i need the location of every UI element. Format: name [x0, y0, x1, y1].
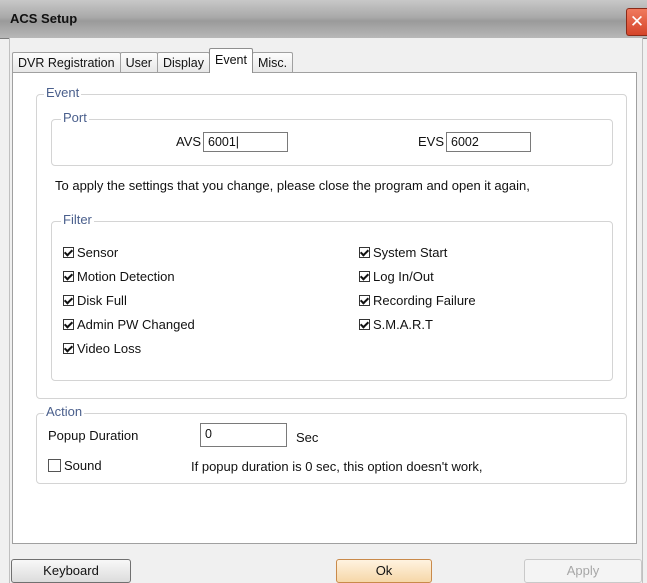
port-group-legend: Port	[61, 110, 89, 125]
close-icon[interactable]: ✕	[626, 8, 647, 36]
checkbox-box[interactable]	[359, 271, 370, 282]
avs-port-input[interactable]: 6001|	[203, 132, 288, 152]
checkbox-box[interactable]	[359, 295, 370, 306]
motion-detection-label: Motion Detection	[77, 269, 175, 284]
admin-pw-changed-label: Admin PW Changed	[77, 317, 195, 332]
sensor-label: Sensor	[77, 245, 119, 260]
apply-button[interactable]: Apply	[524, 559, 642, 583]
checkbox-box[interactable]	[48, 459, 61, 472]
sound-note: If popup duration is 0 sec, this option …	[191, 459, 483, 474]
event-group-legend: Event	[44, 85, 82, 100]
checkbox-box[interactable]	[63, 319, 74, 330]
ok-button[interactable]: Ok	[336, 559, 432, 583]
smart-label: S.M.A.R.T	[373, 317, 433, 332]
system-start-label: System Start	[373, 245, 448, 260]
action-group-legend: Action	[44, 404, 85, 419]
recording-failure-checkbox[interactable]: Recording Failure	[359, 293, 476, 308]
disk-full-checkbox[interactable]: Disk Full	[63, 293, 127, 308]
keyboard-button[interactable]: Keyboard	[11, 559, 131, 583]
event-tab-panel: Event Port AVS 6001| EVS 6002 To apply t…	[12, 72, 637, 544]
avs-label: AVS	[176, 134, 202, 149]
log-in-out-checkbox[interactable]: Log In/Out	[359, 269, 434, 284]
tab-bar: DVR Registration User Display Event Misc…	[12, 48, 294, 73]
sensor-checkbox[interactable]: Sensor	[63, 245, 118, 260]
log-in-out-label: Log In/Out	[373, 269, 434, 284]
window-title: ACS Setup	[10, 11, 78, 26]
tab-event[interactable]: Event	[208, 48, 253, 73]
checkbox-box[interactable]	[63, 343, 74, 354]
tab-display[interactable]: Display	[156, 52, 210, 73]
tab-misc[interactable]: Misc.	[251, 52, 294, 73]
sound-checkbox[interactable]: Sound	[48, 458, 102, 473]
video-loss-checkbox[interactable]: Video Loss	[63, 341, 141, 356]
restart-notice: To apply the settings that you change, p…	[55, 178, 530, 193]
checkbox-box[interactable]	[63, 295, 74, 306]
checkbox-box[interactable]	[63, 247, 74, 258]
evs-label: EVS	[418, 134, 445, 149]
checkbox-box[interactable]	[63, 271, 74, 282]
video-loss-label: Video Loss	[77, 341, 142, 356]
popup-duration-input[interactable]: 0	[200, 423, 287, 447]
tab-dvr-registration[interactable]: DVR Registration	[12, 52, 121, 73]
checkbox-box[interactable]	[359, 247, 370, 258]
motion-detection-checkbox[interactable]: Motion Detection	[63, 269, 175, 284]
disk-full-label: Disk Full	[77, 293, 127, 308]
admin-pw-changed-checkbox[interactable]: Admin PW Changed	[63, 317, 195, 332]
smart-checkbox[interactable]: S.M.A.R.T	[359, 317, 433, 332]
title-bar: ACS Setup ✕	[0, 0, 647, 39]
popup-duration-unit: Sec	[296, 430, 319, 445]
filter-group-legend: Filter	[61, 212, 94, 227]
recording-failure-label: Recording Failure	[373, 293, 476, 308]
popup-duration-label: Popup Duration	[48, 428, 139, 443]
evs-port-input[interactable]: 6002	[446, 132, 531, 152]
tab-user[interactable]: User	[119, 52, 158, 73]
sound-label: Sound	[64, 458, 102, 473]
filter-group	[51, 221, 613, 381]
checkbox-box[interactable]	[359, 319, 370, 330]
system-start-checkbox[interactable]: System Start	[359, 245, 447, 260]
